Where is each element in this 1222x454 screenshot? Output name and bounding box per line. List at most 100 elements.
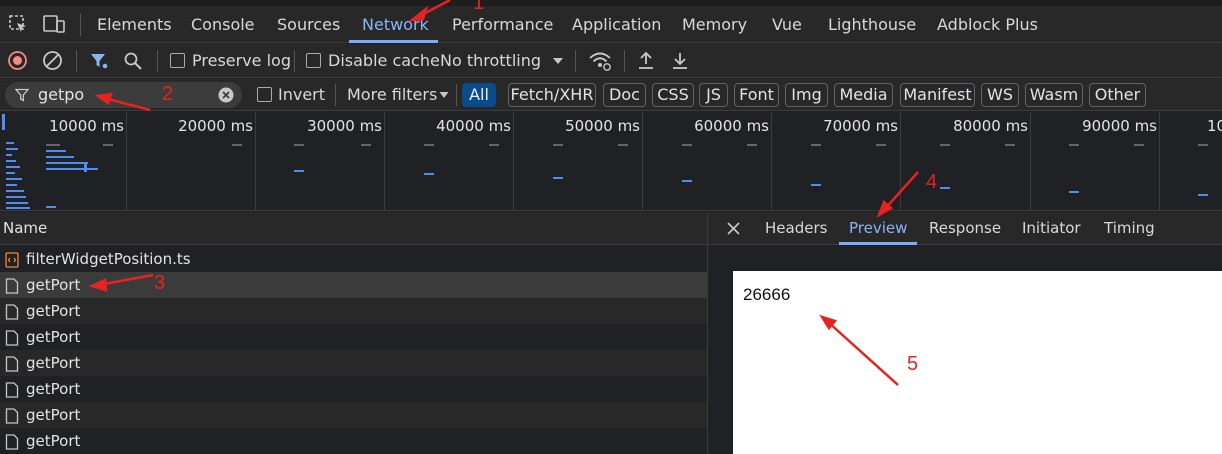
search-icon[interactable] (123, 51, 143, 71)
timeline-tick: 80000 ms (953, 117, 1028, 135)
throttling-select[interactable]: No throttling (440, 51, 541, 70)
filter-type-other[interactable]: Other (1089, 83, 1146, 107)
devtools-tab-bar: Elements Console Sources Network Perform… (0, 0, 1222, 43)
timeline-gridline (900, 112, 901, 211)
window-top-strip (0, 0, 1222, 6)
clear-filter-icon[interactable] (218, 87, 234, 103)
tab-memory[interactable]: Memory (682, 15, 747, 37)
timeline-gridline (255, 112, 256, 211)
filter-type-font[interactable]: Font (734, 83, 779, 107)
timeline-tick: 40000 ms (436, 117, 511, 135)
timeline-gridline (1030, 112, 1031, 211)
annotation-number: 3 (154, 272, 166, 294)
clear-icon[interactable] (42, 50, 63, 71)
timeline-gridline (1159, 112, 1160, 211)
request-name: getPort (26, 276, 81, 294)
preserve-log-checkbox[interactable] (170, 53, 185, 68)
disable-cache-checkbox[interactable] (306, 53, 321, 68)
filter-type-ws[interactable]: WS (981, 83, 1019, 107)
tab-application[interactable]: Application (572, 15, 661, 37)
tab-headers[interactable]: Headers (765, 219, 827, 237)
timeline-gridline (126, 112, 127, 211)
timeline-tick: 70000 ms (823, 117, 898, 135)
active-detail-tab-indicator (839, 242, 917, 245)
request-row[interactable]: getPort (0, 350, 707, 376)
toolbar-separator (80, 14, 81, 36)
request-row[interactable]: getPort (0, 324, 707, 350)
annotation-number: 4 (926, 171, 938, 193)
document-file-icon (5, 382, 19, 398)
document-file-icon (5, 434, 19, 450)
toolbar-separator (294, 50, 295, 72)
name-column-label[interactable]: Name (3, 219, 47, 237)
request-name: getPort (26, 406, 81, 424)
device-toolbar-icon[interactable] (42, 14, 66, 34)
timeline-tick: 90000 ms (1082, 117, 1157, 135)
tab-elements[interactable]: Elements (97, 15, 172, 37)
network-conditions-icon[interactable] (588, 50, 612, 71)
disable-cache-label: Disable cache (328, 51, 440, 70)
tab-initiator[interactable]: Initiator (1022, 219, 1081, 237)
tab-performance[interactable]: Performance (452, 15, 553, 37)
tab-timing[interactable]: Timing (1104, 219, 1155, 237)
filter-funnel-icon (15, 88, 29, 102)
request-name: getPort (26, 432, 81, 450)
invert-checkbox[interactable] (257, 87, 272, 102)
toolbar-separator (575, 50, 576, 72)
tab-lighthouse[interactable]: Lighthouse (828, 15, 916, 37)
record-stop-icon[interactable] (7, 50, 28, 71)
request-detail-tabs: Headers Preview Response Initiator Timin… (708, 212, 1222, 245)
filter-type-manifest[interactable]: Manifest (900, 83, 975, 107)
tab-adblock-plus[interactable]: Adblock Plus (937, 15, 1038, 37)
filter-type-css[interactable]: CSS (652, 83, 694, 107)
network-overview-timeline[interactable]: 10000 ms 20000 ms 30000 ms 40000 ms 5000… (0, 112, 1222, 211)
filter-funnel-icon[interactable] (89, 51, 109, 71)
filter-type-img[interactable]: Img (785, 83, 828, 107)
request-name: filterWidgetPosition.ts (26, 250, 191, 268)
more-filters-dropdown[interactable]: More filters (347, 85, 437, 104)
filter-type-wasm[interactable]: Wasm (1025, 83, 1083, 107)
annotation-number: 2 (162, 83, 174, 105)
tab-vue[interactable]: Vue (772, 15, 802, 37)
tab-response[interactable]: Response (929, 219, 1001, 237)
filter-type-doc[interactable]: Doc (603, 83, 646, 107)
request-row[interactable]: getPort (0, 376, 707, 402)
requests-column-header[interactable]: Name (0, 212, 707, 245)
tab-network[interactable]: Network (362, 15, 429, 37)
tab-sources[interactable]: Sources (277, 15, 340, 37)
preserve-log-label: Preserve log (192, 51, 291, 70)
chevron-down-icon[interactable] (552, 56, 564, 66)
inspect-element-icon[interactable] (8, 14, 28, 34)
timeline-tick: 30000 ms (307, 117, 382, 135)
export-har-icon[interactable] (670, 50, 690, 71)
request-row-selected[interactable]: getPort (0, 272, 707, 298)
filter-type-all[interactable]: All (462, 83, 496, 107)
timeline-tick: 50000 ms (565, 117, 640, 135)
request-row[interactable]: getPort (0, 298, 707, 324)
chevron-down-icon[interactable] (439, 91, 449, 99)
request-row[interactable]: getPort (0, 428, 707, 454)
toolbar-separator (624, 50, 625, 72)
filter-type-fetch-xhr[interactable]: Fetch/XHR (508, 83, 596, 107)
active-tab-indicator (349, 40, 438, 43)
network-toolbar: Preserve log Disable cache No throttling (0, 44, 1222, 78)
filter-input-box[interactable]: getpo (5, 82, 242, 108)
close-icon[interactable] (727, 222, 740, 235)
document-file-icon (5, 278, 19, 294)
tab-console[interactable]: Console (191, 15, 255, 37)
import-har-icon[interactable] (636, 50, 656, 71)
timeline-gridline (513, 112, 514, 211)
script-file-icon (5, 252, 19, 268)
filter-type-js[interactable]: JS (699, 83, 728, 107)
timeline-gridline (384, 112, 385, 211)
toolbar-separator (76, 50, 77, 72)
timeline-tick: 20000 ms (178, 117, 253, 135)
preview-content: 26666 (733, 271, 1222, 454)
filter-type-media[interactable]: Media (834, 83, 893, 107)
toolbar-separator (157, 50, 158, 72)
tab-preview[interactable]: Preview (849, 219, 907, 237)
request-row[interactable]: filterWidgetPosition.ts (0, 246, 707, 272)
request-row[interactable]: getPort (0, 402, 707, 428)
filter-input-value[interactable]: getpo (38, 85, 84, 104)
toolbar-separator (456, 84, 457, 106)
